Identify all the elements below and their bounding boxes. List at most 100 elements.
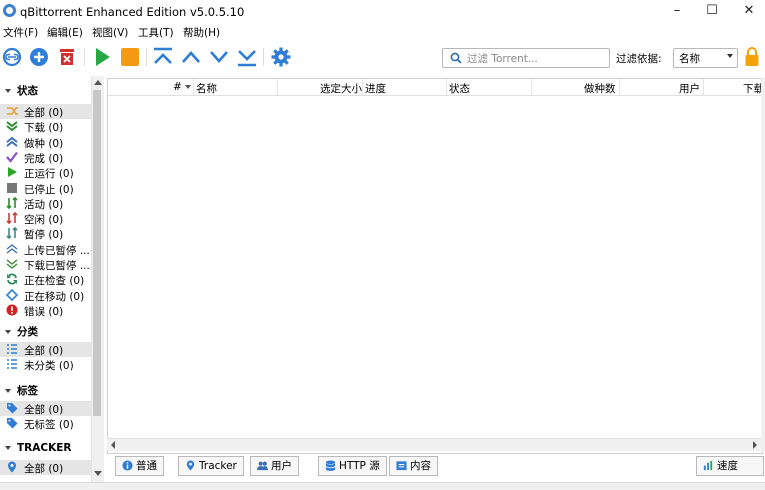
menu-view[interactable]: 视图(V) [92, 25, 128, 40]
sidebar-item-tracker[interactable]: 全部 (0) [0, 460, 91, 475]
sidebar-item-status[interactable]: 错误 (0) [0, 303, 91, 318]
filter-by-select[interactable]: 名称 [673, 48, 738, 68]
column-peers[interactable]: 用户 [679, 81, 700, 96]
tab-content[interactable]: 内容 [389, 456, 438, 476]
error-icon [6, 304, 18, 316]
chevron-up-icon [182, 51, 200, 63]
filter-by-value: 名称 [679, 53, 700, 65]
move-bottom-button[interactable] [236, 46, 258, 68]
check-icon [6, 151, 18, 163]
tab-peers[interactable]: 用户 [250, 456, 299, 476]
sidebar-item-label: 无标签 (0) [24, 419, 74, 432]
add-torrent-button[interactable] [28, 46, 50, 68]
sidebar-item-status[interactable]: 上传已暂停 ... [0, 242, 91, 257]
tab-content-label: 内容 [410, 460, 431, 472]
tab-tracker-label: Tracker [199, 460, 237, 472]
sidebar-item-category[interactable]: 未分类 (0) [0, 357, 91, 372]
section-title: TRACKER [17, 442, 72, 454]
sidebar-item-status[interactable]: 做种 (0) [0, 135, 91, 150]
moving-icon [6, 288, 18, 301]
section-header-status[interactable]: 状态 [5, 83, 38, 98]
stalled-icon [6, 227, 18, 240]
section-title: 标签 [17, 385, 38, 397]
expand-arrow-icon [5, 446, 11, 450]
menu-file[interactable]: 文件(F) [3, 25, 38, 40]
move-bottom-icon [238, 50, 256, 67]
vertical-scrollbar[interactable] [761, 78, 765, 452]
sidebar-item-status[interactable]: 已停止 (0) [0, 181, 91, 196]
maximize-button[interactable]: ☐ [692, 0, 732, 23]
column-name[interactable]: 名称 [196, 81, 217, 96]
sidebar-item-status[interactable]: 活动 (0) [0, 196, 91, 211]
sidebar-item-label: 做种 (0) [24, 137, 64, 150]
move-up-button[interactable] [180, 46, 202, 68]
sidebar-item-status[interactable]: 下载 (0) [0, 119, 91, 134]
pin-icon [186, 460, 195, 471]
column-selected-size[interactable]: 选定大小 [320, 81, 362, 96]
sidebar-item-label: 暂停 (0) [24, 229, 64, 242]
column-seeds[interactable]: 做种数 [584, 81, 616, 96]
bar-chart-icon [703, 460, 713, 471]
move-down-button[interactable] [208, 46, 230, 68]
link-icon [2, 47, 22, 67]
sidebar-item-status[interactable]: 正在移动 (0) [0, 288, 91, 303]
trash-icon [60, 49, 74, 65]
close-button[interactable]: ✕ [729, 0, 765, 23]
sidebar-item-status[interactable]: 正在检查 (0) [0, 272, 91, 287]
menu-tools[interactable]: 工具(T) [138, 25, 174, 40]
torrent-list[interactable]: # 名称 选定大小 进度 状态 做种数 用户 下载 [107, 78, 764, 454]
download-paused-icon [6, 259, 18, 269]
download-icon [6, 121, 18, 132]
sidebar-item-status[interactable]: 下载已暂停 ... [0, 257, 91, 272]
seeding-icon [6, 136, 18, 147]
section-header-tag[interactable]: 标签 [5, 383, 38, 398]
sidebar-item-tag[interactable]: 全部 (0) [0, 401, 91, 416]
inactive-icon [6, 212, 18, 225]
tab-general[interactable]: 普通 [115, 456, 164, 476]
sidebar-item-label: 全部 (0) [24, 463, 64, 475]
menu-bar: 文件(F) 编辑(E) 视图(V) 工具(T) 帮助(H) [0, 23, 765, 41]
sidebar-item-status[interactable]: 正运行 (0) [0, 165, 91, 180]
speed-tab-button[interactable]: 速度 [696, 456, 764, 476]
delete-torrent-button[interactable] [56, 46, 78, 68]
section-header-category[interactable]: 分类 [5, 324, 38, 339]
folder-icon [396, 461, 407, 471]
pin-icon [8, 461, 16, 473]
sidebar-item-status[interactable]: 空闲 (0) [0, 211, 91, 226]
window-title: qBittorrent Enhanced Edition v5.0.5.10 [20, 5, 245, 19]
info-icon [122, 460, 133, 471]
plus-circle-icon [30, 48, 48, 66]
add-link-button[interactable] [1, 46, 23, 68]
column-progress[interactable]: 进度 [365, 81, 386, 96]
tab-tracker[interactable]: Tracker [178, 456, 244, 476]
sidebar-scroll-thumb[interactable] [93, 90, 101, 416]
horizontal-scrollbar[interactable] [107, 438, 761, 451]
list-icon [7, 359, 17, 370]
column-status[interactable]: 状态 [449, 81, 470, 96]
minimize-button[interactable]: – [657, 0, 697, 23]
sidebar-item-label: 空闲 (0) [24, 214, 64, 227]
sidebar-item-tag[interactable]: 无标签 (0) [0, 416, 91, 431]
tab-http-sources[interactable]: HTTP 源 [318, 456, 387, 476]
menu-edit[interactable]: 编辑(E) [47, 25, 83, 40]
menu-help[interactable]: 帮助(H) [183, 25, 220, 40]
sidebar-item-status[interactable]: 全部 (0) [0, 104, 91, 119]
section-header-tracker[interactable]: TRACKER [5, 442, 71, 454]
sidebar-item-label: 正在检查 (0) [24, 275, 85, 288]
options-button[interactable] [270, 46, 292, 68]
sidebar-item-category[interactable]: 全部 (0) [0, 342, 91, 357]
sort-desc-icon [185, 85, 191, 89]
start-button[interactable] [91, 46, 113, 68]
sidebar-item-status[interactable]: 完成 (0) [0, 150, 91, 165]
expand-arrow-icon [5, 330, 11, 334]
column-number[interactable]: # [173, 81, 182, 93]
tab-general-label: 普通 [136, 460, 157, 472]
sidebar-item-status[interactable]: 暂停 (0) [0, 226, 91, 241]
move-top-icon [154, 47, 172, 64]
lock-ui-button[interactable] [744, 46, 760, 68]
checking-icon [7, 273, 17, 285]
stop-button[interactable] [119, 46, 141, 68]
search-input[interactable]: 过滤 Torrent... [442, 48, 610, 68]
move-top-button[interactable] [152, 46, 174, 68]
sidebar-item-label: 活动 (0) [24, 198, 64, 211]
